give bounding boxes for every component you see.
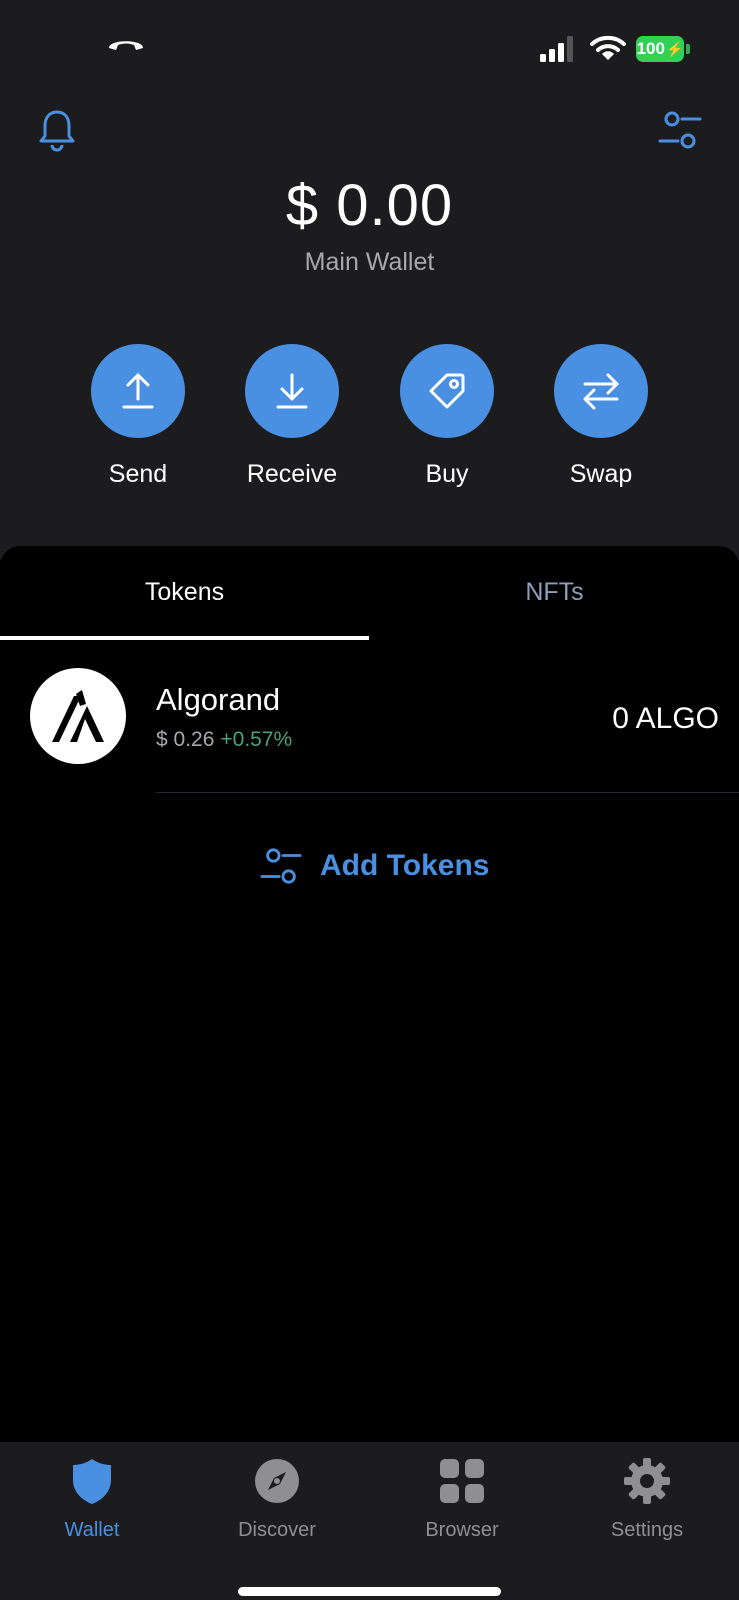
token-change: +0.57% <box>220 728 293 751</box>
action-buttons: Send Receive Buy Swap <box>0 344 739 494</box>
tab-bar-discover[interactable]: Discover <box>185 1456 369 1542</box>
status-bar: 100 ⚡ <box>0 0 739 100</box>
phone-call-icon[interactable] <box>106 34 146 54</box>
tab-bar-settings-label: Settings <box>610 1519 684 1541</box>
signal-icon <box>540 36 573 62</box>
buy-button[interactable]: Buy <box>367 344 527 489</box>
tab-tokens[interactable]: Tokens <box>0 578 369 607</box>
receive-circle[interactable] <box>245 344 339 438</box>
buy-circle[interactable] <box>400 344 494 438</box>
bell-icon[interactable] <box>38 108 76 152</box>
compass-icon <box>255 1459 299 1503</box>
receive-label: Receive <box>246 460 338 488</box>
tab-bar-settings[interactable]: Settings <box>555 1456 739 1542</box>
battery-level: 100 <box>636 39 665 58</box>
swap-button[interactable]: Swap <box>521 344 681 489</box>
token-price: $ 0.26 <box>156 728 215 751</box>
grid-icon <box>440 1459 484 1503</box>
swap-arrows-icon <box>583 373 619 410</box>
swap-circle[interactable] <box>554 344 648 438</box>
tab-selected-indicator <box>0 636 369 640</box>
shield-icon <box>73 1459 111 1504</box>
tab-bar-wallet[interactable]: Wallet <box>0 1456 184 1542</box>
home-indicator[interactable] <box>238 1587 501 1596</box>
add-tokens-button[interactable]: Add Tokens <box>260 844 489 888</box>
token-row-algorand[interactable]: Algorand $ 0.26 +0.57% 0 ALGO <box>0 664 739 794</box>
token-balance: 0 ALGO <box>612 702 719 735</box>
algorand-logo-icon <box>30 668 126 764</box>
token-divider <box>156 792 739 793</box>
sliders-icon <box>260 848 302 884</box>
upload-arrow-icon <box>122 373 154 409</box>
battery-charging-icon: 100 ⚡ <box>636 36 684 62</box>
wallet-balance: $ 0.00 <box>285 173 454 238</box>
add-tokens-label: Add Tokens <box>320 849 490 882</box>
bottom-tab-bar: Wallet Discover Browser Settings <box>0 1442 739 1600</box>
token-name: Algorand <box>156 682 281 717</box>
tab-nfts[interactable]: NFTs <box>370 578 739 607</box>
wallet-name[interactable]: Main Wallet <box>0 248 739 277</box>
download-arrow-icon <box>276 373 308 409</box>
send-circle[interactable] <box>91 344 185 438</box>
send-label: Send <box>108 460 168 488</box>
swap-label: Swap <box>569 460 633 488</box>
wifi-icon <box>590 35 626 60</box>
tab-bar-discover-label: Discover <box>238 1519 316 1541</box>
tab-bar-browser[interactable]: Browser <box>370 1456 554 1542</box>
buy-label: Buy <box>425 460 469 488</box>
battery-cap <box>686 44 690 54</box>
tab-bar-browser-label: Browser <box>425 1519 499 1541</box>
token-price-line: $ 0.26 +0.57% <box>156 728 292 752</box>
price-tag-icon <box>429 373 465 409</box>
tab-bar-wallet-label: Wallet <box>64 1519 120 1541</box>
sliders-icon[interactable] <box>658 108 702 152</box>
gear-icon <box>624 1458 670 1504</box>
receive-button[interactable]: Receive <box>212 344 372 489</box>
send-button[interactable]: Send <box>58 344 218 489</box>
